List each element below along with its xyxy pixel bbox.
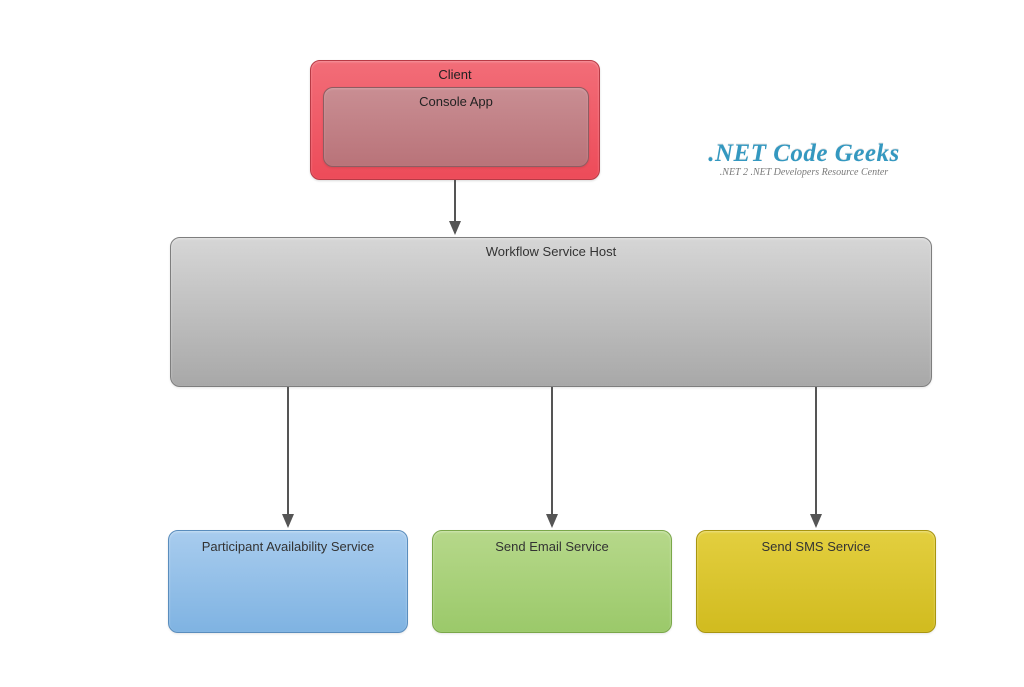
participant-availability-service-label: Participant Availability Service [169,531,407,554]
watermark: .NET Code Geeks .NET 2 .NET Developers R… [674,140,934,178]
client-container: Client Console App [310,60,600,180]
console-app-label: Console App [324,88,588,109]
watermark-subtitle: .NET 2 .NET Developers Resource Center [674,167,934,178]
participant-availability-service-box: Participant Availability Service [168,530,408,633]
workflow-service-host-label: Workflow Service Host [171,238,931,259]
send-sms-service-label: Send SMS Service [697,531,935,554]
console-app-box: Console App [323,87,589,167]
send-email-service-box: Send Email Service [432,530,672,633]
send-sms-service-box: Send SMS Service [696,530,936,633]
workflow-service-host-box: Workflow Service Host [170,237,932,387]
watermark-title: .NET Code Geeks [674,140,934,168]
client-label: Client [311,61,599,82]
send-email-service-label: Send Email Service [433,531,671,554]
